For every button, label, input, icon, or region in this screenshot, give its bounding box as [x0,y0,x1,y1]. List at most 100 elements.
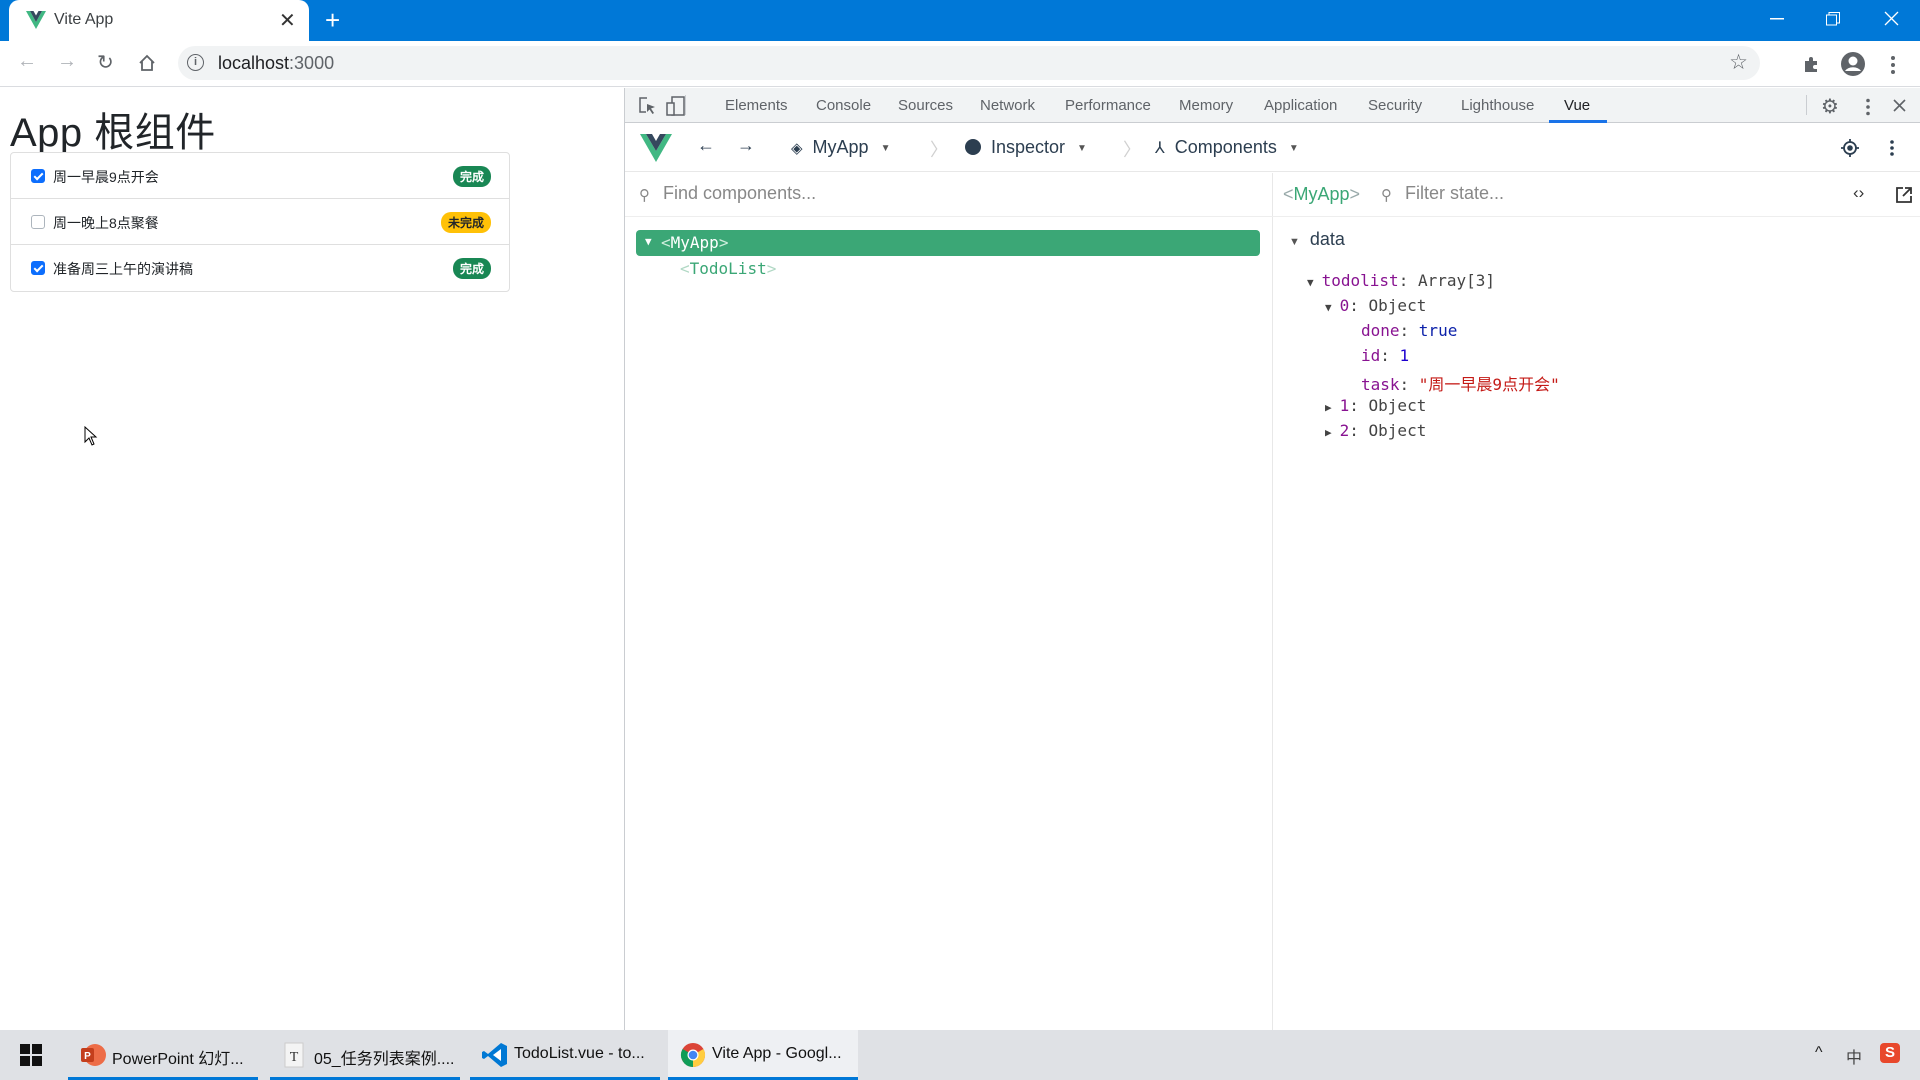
bookmark-star-icon[interactable]: ☆ [1729,50,1748,75]
devtools-tab-lighthouse[interactable]: Lighthouse [1461,97,1534,114]
toolbar-divider [685,95,686,115]
collapse-arrow-icon[interactable]: ▼ [1289,236,1300,248]
scroll-to-component-icon[interactable]: ‹› [1853,183,1864,203]
close-tab-icon[interactable]: ✕ [279,8,296,33]
url-text[interactable]: localhost:3000 [218,53,334,74]
state-row-done[interactable]: done: true [1361,321,1457,340]
windows-taskbar: P PowerPoint 幻灯... T 05_任务列表案例.... TodoList.… [0,1030,1920,1080]
search-icon: ⚲ [1381,187,1392,204]
collapse-arrow-icon[interactable]: ▼ [1307,276,1314,289]
todo-label[interactable]: 周一晚上8点聚餐 [53,213,159,233]
chevron-down-icon: ▼ [880,142,891,154]
devtools-tab-security[interactable]: Security [1368,97,1422,114]
expand-arrow-icon[interactable]: ▼ [645,235,652,248]
profile-avatar-icon[interactable] [1840,51,1866,77]
app-layers-icon: ◈ [791,140,803,157]
component-name: MyApp [670,233,719,252]
devtools-panel: Elements Console Sources Network Performance… [624,88,1920,1030]
todo-item: 周一晚上8点聚餐 未完成 [11,199,509,245]
reload-icon[interactable]: ↻ [97,50,114,75]
find-components-row: ⚲ [625,173,1273,217]
state-row-todolist[interactable]: ▼ todolist: Array[3] [1307,271,1495,290]
tree-node-todolist[interactable]: <TodoList> [680,259,776,278]
vue-logo-icon [26,11,46,29]
windows-start-icon[interactable] [20,1044,42,1066]
devtools-tab-vue[interactable]: Vue [1564,97,1590,114]
devtools-tab-network[interactable]: Network [980,97,1035,114]
extensions-puzzle-icon[interactable] [1802,55,1820,73]
svg-text:T: T [290,1050,299,1065]
taskbar-app[interactable]: Vite App - Googl... [668,1030,858,1080]
expand-arrow-icon[interactable]: ▶ [1325,401,1332,414]
taskbar-app[interactable]: TodoList.vue - to... [470,1030,660,1080]
browser-titlebar: Vite App ✕ + [0,0,1920,41]
tab-title: Vite App [54,11,114,28]
taskbar-app-label: Vite App - Googl... [712,1045,842,1062]
settings-gear-icon[interactable]: ⚙ [1821,94,1839,119]
select-component-target-icon[interactable] [1841,139,1859,157]
todo-checkbox[interactable] [31,169,45,183]
todo-checkbox[interactable] [31,215,45,229]
filter-state-input[interactable] [1405,183,1755,204]
history-forward-icon[interactable]: → [737,135,755,156]
taskbar-app[interactable]: T 05_任务列表案例.... [270,1030,460,1080]
inspector-selector[interactable]: Inspector ▼ [965,137,1087,158]
selected-component-name: <MyApp> [1283,184,1361,204]
state-row-task[interactable]: task: "周一早晨9点开会" [1361,371,1560,395]
collapse-arrow-icon[interactable]: ▼ [1325,301,1332,314]
todo-checkbox[interactable] [31,261,45,275]
chrome-icon [680,1043,706,1067]
components-selector[interactable]: ⅄ Components ▼ [1155,137,1299,158]
new-tab-button[interactable]: + [325,5,340,36]
taskbar-app[interactable]: P PowerPoint 幻灯... [68,1030,258,1080]
site-info-icon[interactable]: i [187,54,204,71]
app-selector[interactable]: ◈ MyApp ▼ [791,137,890,158]
browser-menu-icon[interactable] [1890,55,1896,75]
compass-icon [965,139,981,155]
devtools-tab-console[interactable]: Console [816,97,871,114]
find-components-input[interactable] [663,183,1223,204]
home-icon[interactable] [138,54,156,72]
history-back-icon[interactable]: ← [697,135,715,156]
address-bar[interactable]: i localhost:3000 ☆ [178,46,1760,80]
devtools-menu-icon[interactable] [1865,98,1871,116]
vue-logo-icon [640,134,672,162]
vue-menu-icon[interactable] [1889,140,1895,156]
state-row-item-2[interactable]: ▶ 2: Object [1325,421,1426,440]
expand-arrow-icon[interactable]: ▶ [1325,426,1332,439]
state-row-item-1[interactable]: ▶ 1: Object [1325,396,1426,415]
state-section-data[interactable]: ▼ data [1289,229,1345,250]
devtools-tab-memory[interactable]: Memory [1179,97,1233,114]
devtools-tab-application[interactable]: Application [1264,97,1337,114]
inspect-element-icon[interactable] [638,96,658,116]
chevron-down-icon: ▼ [1077,142,1087,154]
close-devtools-icon[interactable] [1893,99,1906,112]
todo-item: 周一早晨9点开会 完成 [11,153,509,199]
search-icon: ⚲ [639,187,650,204]
window-close-icon[interactable] [1884,11,1899,26]
ime-indicator[interactable]: 中 [1846,1044,1862,1068]
devtools-tab-performance[interactable]: Performance [1065,97,1151,114]
tray-chevron-up-icon[interactable]: ^ [1815,1044,1823,1062]
sogou-ime-icon[interactable]: S [1880,1043,1900,1063]
component-state-pane: <MyApp> ⚲ ‹› ▼data ▼todolist: Array[3] ▼… [1273,173,1920,1030]
browser-tab[interactable]: Vite App ✕ [9,0,309,41]
devtools-tab-elements[interactable]: Elements [725,97,788,114]
todo-label[interactable]: 周一早晨9点开会 [53,167,159,187]
tree-node-myapp[interactable]: ▼ <MyApp> [636,230,1260,256]
devtools-tab-sources[interactable]: Sources [898,97,953,114]
open-in-editor-icon[interactable] [1895,186,1913,204]
status-badge: 完成 [452,166,491,187]
state-row-id[interactable]: id: 1 [1361,346,1409,365]
forward-arrow-icon[interactable]: → [57,50,77,73]
device-toolbar-icon[interactable] [666,96,686,116]
vue-devtools-toolbar: ← → ◈ MyApp ▼ 〉 Inspector ▼ 〉 ⅄ Components ▼ [625,124,1920,172]
powerpoint-icon: P [81,1044,106,1066]
restore-icon[interactable] [1826,12,1840,26]
minimize-icon[interactable] [1770,18,1784,20]
state-row-item-0[interactable]: ▼ 0: Object [1325,296,1426,315]
status-badge: 未完成 [440,212,491,233]
taskbar-app-label: TodoList.vue - to... [514,1045,645,1062]
todo-label[interactable]: 准备周三上午的演讲稿 [53,259,193,279]
back-arrow-icon[interactable]: ← [17,50,37,73]
